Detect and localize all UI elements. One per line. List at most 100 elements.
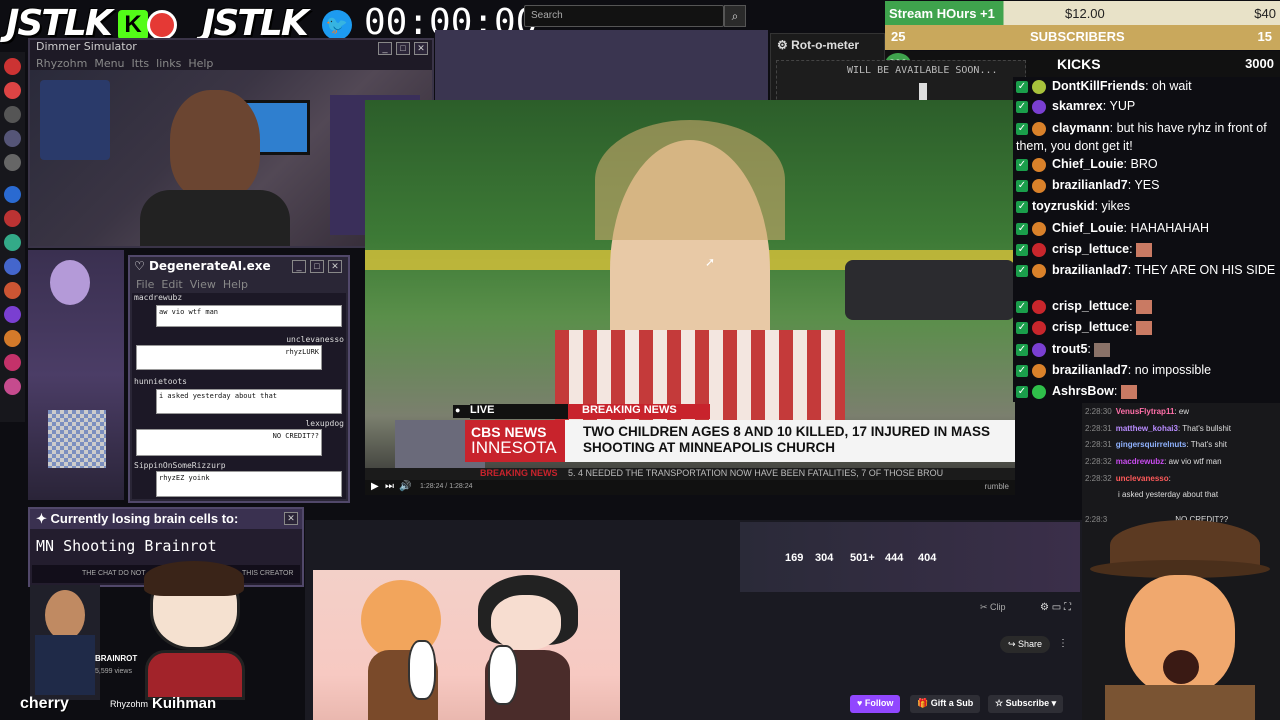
region-name: INNESOTA	[471, 438, 557, 457]
chat-message: ✓ brazilianlad7: YES	[1016, 178, 1160, 193]
badge-icon	[1032, 221, 1046, 236]
close-button[interactable]: ✕	[328, 260, 342, 273]
pen-icon[interactable]	[4, 106, 21, 123]
chat-username[interactable]: crisp_lettuce	[1052, 299, 1129, 313]
rumble-logo: rumble	[984, 482, 1009, 491]
chat-username[interactable]: matthew_kohai3	[1116, 424, 1178, 433]
maximize-button[interactable]: □	[310, 260, 324, 273]
gear-icon[interactable]	[4, 154, 21, 171]
qr-code-icon	[48, 410, 106, 468]
headline-line2: SHOOTING AT MINNEAPOLIS CHURCH	[583, 440, 835, 455]
skip-icon[interactable]: ⏭	[385, 481, 394, 492]
verified-icon: ✓	[1016, 100, 1028, 113]
chat-text: YUP	[1109, 99, 1136, 113]
webcam-menu-bar: Rhyzohm Menu Itts links Help	[36, 57, 213, 70]
news-video[interactable]: ➚ ● LIVE BREAKING NEWS CBS NEWS INNESOTA…	[365, 100, 1015, 495]
degen-title-text: DegenerateAI.exe	[148, 259, 271, 273]
record-icon[interactable]	[4, 82, 21, 99]
heart-icon[interactable]	[4, 58, 21, 75]
volume-icon[interactable]: 🔊	[399, 481, 411, 492]
chat-username[interactable]: crisp_lettuce	[1052, 242, 1129, 256]
settings-icon[interactable]: ⚙ ▭ ⛶	[1040, 602, 1071, 613]
chat-text: THEY ARE ON HIS SIDE	[1134, 263, 1276, 277]
close-button[interactable]: ✕	[284, 512, 298, 525]
emote-icon	[1136, 299, 1153, 314]
verified-icon: ✓	[1016, 122, 1028, 135]
brain-topic: MN Shooting Brainrot	[36, 537, 217, 555]
brain-header: ✦ Currently losing brain cells to:	[30, 509, 302, 529]
ai-msg-text: NO CREDIT??	[136, 429, 322, 456]
ai-msg-user: lexupdog	[305, 419, 344, 428]
menu-view[interactable]: View	[190, 278, 216, 291]
menu-edit[interactable]: Edit	[161, 278, 182, 291]
menu-help[interactable]: Help	[223, 278, 248, 291]
chat-username[interactable]: skamrex	[1052, 99, 1103, 113]
emote-icon	[1094, 342, 1111, 357]
record-icon	[147, 10, 177, 40]
gift-sub-button[interactable]: 🎁 Gift a Sub	[910, 695, 981, 713]
menu-itts[interactable]: Itts	[132, 57, 150, 70]
chat-username[interactable]: AshrsBow	[1052, 384, 1114, 398]
chat-message: ✓ toyzruskid: yikes	[1016, 199, 1130, 213]
share-label: Share	[1018, 639, 1043, 649]
chat-username[interactable]: gingersquirrelnuts	[1116, 440, 1187, 449]
menu-menu[interactable]: Menu	[94, 57, 124, 70]
clip-button[interactable]: ✂ Clip	[980, 602, 1006, 613]
minimize-button[interactable]: _	[292, 260, 306, 273]
clip-label: Clip	[990, 602, 1006, 612]
camera-icon[interactable]	[4, 378, 21, 395]
music-icon[interactable]	[4, 354, 21, 371]
user-icon[interactable]	[4, 130, 21, 147]
close-button[interactable]: ✕	[414, 42, 428, 55]
chat-username[interactable]: brazilianlad7	[1052, 178, 1128, 192]
streamer-body	[140, 190, 290, 246]
menu-links[interactable]: links	[156, 57, 181, 70]
chat-text: That's shit	[1190, 440, 1227, 449]
chat-username[interactable]: macdrewubz	[1116, 457, 1164, 466]
follow-button[interactable]: ♥ Follow	[850, 695, 901, 713]
verified-icon: ✓	[1016, 343, 1028, 356]
star-icon[interactable]	[4, 330, 21, 347]
menu-help[interactable]: Help	[188, 57, 213, 70]
maximize-button[interactable]: □	[396, 42, 410, 55]
verified-icon: ✓	[1016, 243, 1028, 256]
kuihman-label: Kuihman	[152, 695, 217, 712]
search-icon[interactable]: ⌕	[724, 5, 746, 27]
chat-message: ✓ skamrex: YUP	[1016, 99, 1136, 114]
chat-icon[interactable]	[4, 258, 21, 275]
chat-username[interactable]: Chief_Louie	[1052, 221, 1124, 235]
ticker-label: BREAKING NEWS	[480, 468, 558, 478]
tool-icon[interactable]	[4, 210, 21, 227]
chat-username[interactable]: Chief_Louie	[1052, 157, 1124, 171]
chat-username[interactable]: brazilianlad7	[1052, 263, 1128, 277]
chat-username[interactable]: VenusFlytrap11	[1116, 407, 1175, 416]
chat-username[interactable]: trout5	[1052, 342, 1087, 356]
chat-username[interactable]: crisp_lettuce	[1052, 320, 1129, 334]
menu-file[interactable]: File	[136, 278, 154, 291]
fbi-jacket	[35, 635, 95, 695]
menu-rhyzohm[interactable]: Rhyzohm	[36, 57, 87, 70]
emote-icon	[1136, 242, 1153, 257]
subscribe-button[interactable]: ☆ Subscribe ▾	[988, 695, 1064, 713]
share-button[interactable]: ↪ Share	[1000, 636, 1051, 653]
play-icon[interactable]: ▶	[371, 481, 379, 492]
chat-time: 2:28:30	[1085, 407, 1112, 416]
chat-username[interactable]: brazilianlad7	[1052, 363, 1128, 377]
more-options-icon[interactable]: ⋮	[1058, 638, 1068, 649]
chat-username[interactable]: toyzruskid	[1032, 199, 1095, 213]
chat-message: ✓ crisp_lettuce:	[1016, 318, 1280, 336]
chat-username[interactable]: unclevanesso	[1116, 474, 1169, 483]
ai-msg-user: hunnietoots	[134, 377, 187, 386]
shield-icon[interactable]	[4, 186, 21, 203]
twitch-chat-line: 2:28:32 unclevanesso:	[1085, 474, 1171, 483]
emote-icon	[1136, 320, 1153, 335]
chat-username[interactable]: DontKillFriends	[1052, 79, 1145, 93]
search-input[interactable]: Search	[524, 5, 724, 27]
minimize-button[interactable]: _	[378, 42, 392, 55]
globe-icon[interactable]	[4, 234, 21, 251]
twitch-icon[interactable]	[4, 306, 21, 323]
chat-username[interactable]: claymann	[1052, 121, 1110, 135]
goal-hours-label: Stream HOurs +1	[889, 6, 995, 21]
network-box: CBS NEWS INNESOTA	[465, 420, 565, 462]
fire-icon[interactable]	[4, 282, 21, 299]
